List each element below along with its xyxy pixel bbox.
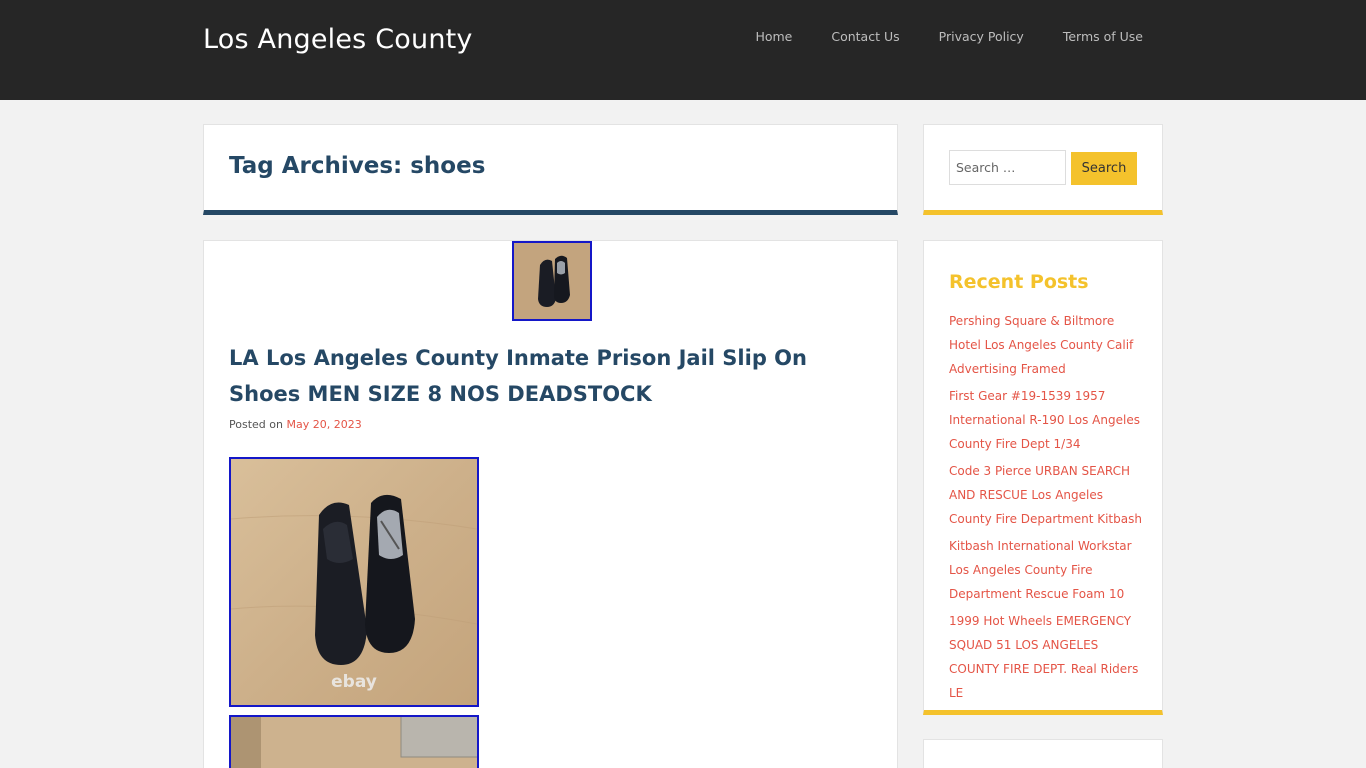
list-item: 1999 Hot Wheels EMERGENCY SQUAD 51 LOS A… — [949, 609, 1144, 705]
nav-privacy-policy[interactable]: Privacy Policy — [939, 29, 1024, 44]
shoes-product-image: ebay — [231, 459, 477, 705]
shoes-thumbnail-image — [514, 243, 590, 319]
nav-contact-us[interactable]: Contact Us — [831, 29, 899, 44]
search-button[interactable]: Search — [1071, 152, 1137, 185]
nav-home[interactable]: Home — [755, 29, 792, 44]
site-header: Los Angeles County Home Contact Us Priva… — [0, 0, 1366, 100]
recent-posts-title: Recent Posts — [949, 271, 1089, 293]
sidebar-widget — [923, 739, 1163, 768]
recent-post-link[interactable]: First Gear #19-1539 1957 International R… — [949, 384, 1144, 456]
site-title[interactable]: Los Angeles County — [203, 24, 473, 55]
nav-terms-of-use[interactable]: Terms of Use — [1063, 29, 1143, 44]
archive-title: Tag Archives: shoes — [229, 153, 486, 179]
list-item: Code 3 Pierce URBAN SEARCH AND RESCUE Lo… — [949, 459, 1144, 531]
recent-post-link[interactable]: Code 3 Pierce URBAN SEARCH AND RESCUE Lo… — [949, 459, 1144, 531]
shoes-product-image-2 — [231, 717, 477, 768]
post-thumbnail[interactable] — [512, 241, 592, 321]
post-title[interactable]: LA Los Angeles County Inmate Prison Jail… — [229, 340, 879, 412]
search-widget: Search — [923, 124, 1163, 215]
list-item: Pershing Square & Biltmore Hotel Los Ang… — [949, 309, 1144, 381]
recent-post-link[interactable]: Kitbash International Workstar Los Angel… — [949, 534, 1144, 606]
post-meta: Posted on May 20, 2023 — [229, 418, 362, 431]
main-nav: Home Contact Us Privacy Policy Terms of … — [716, 29, 1143, 44]
posted-on-label: Posted on — [229, 418, 283, 431]
recent-post-link[interactable]: 1999 Hot Wheels EMERGENCY SQUAD 51 LOS A… — [949, 609, 1144, 705]
post-image-shoes[interactable]: ebay — [229, 457, 479, 707]
ebay-watermark: ebay — [331, 672, 377, 692]
archive-header: Tag Archives: shoes — [203, 124, 898, 215]
post-image-shoes-2[interactable] — [229, 715, 479, 768]
recent-posts-list: Pershing Square & Biltmore Hotel Los Ang… — [949, 309, 1144, 708]
list-item: Kitbash International Workstar Los Angel… — [949, 534, 1144, 606]
recent-post-link[interactable]: Pershing Square & Biltmore Hotel Los Ang… — [949, 309, 1144, 381]
search-input[interactable] — [949, 150, 1066, 185]
recent-posts-widget: Recent Posts Pershing Square & Biltmore … — [923, 240, 1163, 715]
post-date-link[interactable]: May 20, 2023 — [286, 418, 361, 431]
post-card: LA Los Angeles County Inmate Prison Jail… — [203, 240, 898, 768]
list-item: First Gear #19-1539 1957 International R… — [949, 384, 1144, 456]
